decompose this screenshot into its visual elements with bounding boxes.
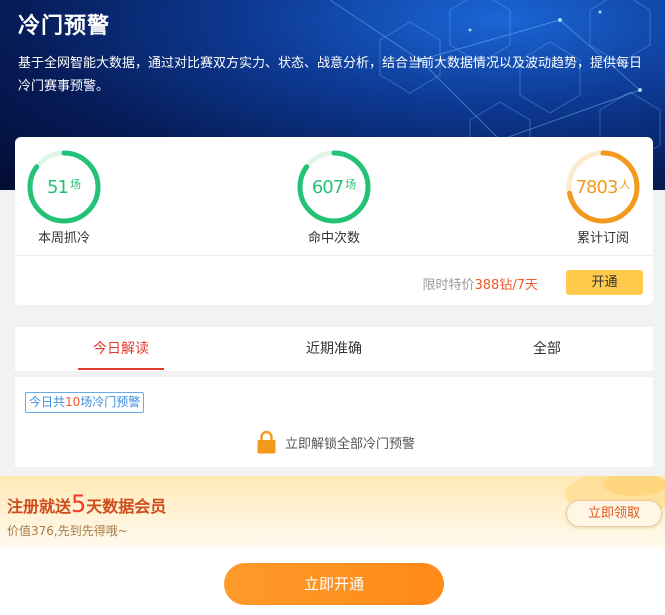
stat-value: 607: [311, 176, 344, 198]
tab-bar: 今日解读 近期准确 全部: [15, 327, 653, 371]
unlock-all-button[interactable]: 立即解锁全部冷门预警: [257, 429, 415, 455]
banner-title-prefix: 注册就送: [7, 497, 72, 516]
stat-value: 51: [47, 176, 69, 198]
promo-price: 388钻: [474, 278, 513, 293]
stat-unit: 人: [619, 178, 631, 191]
today-count-badge: 今日共10场冷门预警: [25, 392, 145, 413]
page-title: 冷门预警: [18, 14, 111, 39]
tab-recent-accuracy[interactable]: 近期准确: [294, 327, 374, 371]
badge-suffix: 场冷门预警: [80, 395, 141, 409]
stat-label: 累计订阅: [576, 231, 629, 246]
bottom-action-bar: 立即开通: [0, 548, 665, 615]
stat-value: 7803: [575, 176, 619, 198]
stat-hit-count: 607 场 命中次数: [274, 149, 394, 246]
badge-prefix: 今日共: [29, 395, 66, 409]
banner-subtitle: 价值376,先到先得哦~: [7, 524, 128, 538]
stat-unit: 场: [345, 178, 357, 191]
progress-ring: 607 场: [296, 149, 372, 225]
progress-ring: 51 场: [26, 149, 102, 225]
open-now-button[interactable]: 立即开通: [224, 563, 444, 605]
promo-price-text: 限时特价388钻/7天: [423, 274, 539, 293]
stat-weekly-upsets: 51 场 本周抓冷: [4, 149, 124, 246]
unlock-label: 立即解锁全部冷门预警: [285, 436, 416, 452]
stats-card: 51 场 本周抓冷 607 场 命中次数 7803 人 累计订阅 限时特价388…: [15, 137, 653, 305]
active-tab-indicator: [78, 368, 164, 370]
stat-unit: 场: [69, 178, 81, 191]
progress-ring: 7803 人: [565, 149, 641, 225]
badge-count: 10: [65, 395, 81, 409]
claim-now-button[interactable]: 立即领取: [566, 500, 662, 527]
lock-icon: [257, 430, 276, 454]
promo-period: /7天: [512, 278, 538, 293]
page-description: 基于全网智能大数据，通过对比赛双方实力、状态、战意分析，结合当前大数据情况以及波…: [18, 56, 643, 94]
banner-title-suffix: 天数据会员: [86, 497, 167, 516]
today-list-card: 今日共10场冷门预警 立即解锁全部冷门预警: [15, 377, 653, 467]
stat-label: 命中次数: [307, 231, 360, 246]
divider: [15, 255, 653, 256]
banner-title: 注册就送5天数据会员: [7, 490, 166, 518]
banner-title-number: 5: [71, 490, 87, 518]
stat-label: 本周抓冷: [37, 231, 90, 246]
tab-today-analysis[interactable]: 今日解读: [78, 327, 164, 371]
promo-prefix: 限时特价: [422, 278, 475, 293]
stat-total-subscriptions: 7803 人 累计订阅: [543, 149, 663, 246]
tab-all[interactable]: 全部: [517, 327, 577, 371]
open-subscription-button[interactable]: 开通: [566, 270, 643, 295]
